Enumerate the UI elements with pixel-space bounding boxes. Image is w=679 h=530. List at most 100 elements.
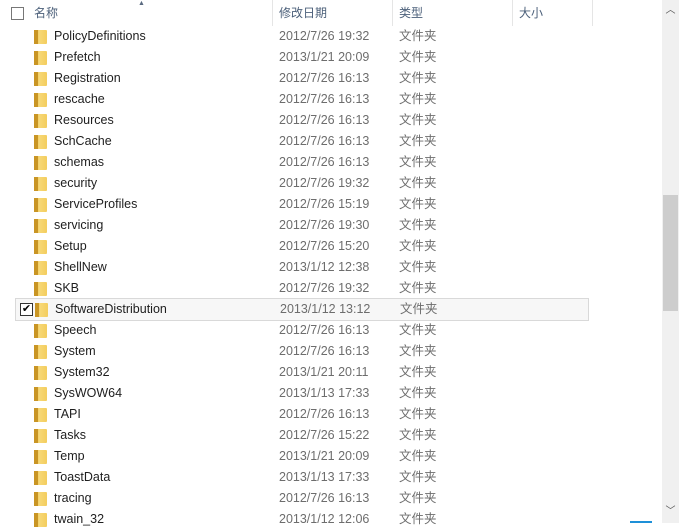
folder-icon (34, 324, 47, 338)
file-name: System (54, 344, 96, 358)
folder-icon (34, 30, 47, 44)
file-date: 2012/7/26 16:13 (279, 323, 370, 337)
file-row[interactable]: System 2012/7/26 16:13 文件夹 (15, 341, 589, 362)
file-date: 2013/1/21 20:09 (279, 50, 370, 64)
file-row[interactable]: TAPI 2012/7/26 16:13 文件夹 (15, 404, 589, 425)
scrollbar-thumb[interactable] (663, 195, 678, 311)
file-row[interactable]: ServiceProfiles 2012/7/26 15:19 文件夹 (15, 194, 589, 215)
file-row[interactable]: Speech 2012/7/26 16:13 文件夹 (15, 320, 589, 341)
file-name: schemas (54, 155, 105, 169)
file-type: 文件夹 (399, 470, 437, 484)
file-row[interactable]: Registration 2012/7/26 16:13 文件夹 (15, 68, 589, 89)
file-name: PolicyDefinitions (54, 29, 146, 43)
file-name: tracing (54, 491, 92, 505)
file-type: 文件夹 (399, 512, 437, 526)
file-row[interactable]: Setup 2012/7/26 15:20 文件夹 (15, 236, 589, 257)
folder-icon (34, 240, 47, 254)
file-type: 文件夹 (399, 239, 437, 253)
file-date: 2012/7/26 16:13 (279, 92, 370, 106)
folder-icon (34, 366, 47, 380)
file-row[interactable]: ✔ SoftwareDistribution 2013/1/12 13:12 文件夹 (15, 298, 589, 321)
file-row[interactable]: Temp 2013/1/21 20:09 文件夹 (15, 446, 589, 467)
file-date: 2013/1/21 20:09 (279, 449, 370, 463)
file-date: 2013/1/12 12:38 (279, 260, 370, 274)
file-date: 2012/7/26 16:13 (279, 491, 370, 505)
file-name: servicing (54, 218, 104, 232)
file-type: 文件夹 (399, 323, 437, 337)
file-type: 文件夹 (400, 302, 438, 316)
file-row[interactable]: ToastData 2013/1/13 17:33 文件夹 (15, 467, 589, 488)
folder-icon (34, 429, 47, 443)
file-row[interactable]: tracing 2012/7/26 16:13 文件夹 (15, 488, 589, 509)
file-name: SKB (54, 281, 80, 295)
folder-icon (34, 513, 47, 527)
file-row[interactable]: schemas 2012/7/26 16:13 文件夹 (15, 152, 589, 173)
file-date: 2013/1/12 12:06 (279, 512, 370, 526)
file-date: 2012/7/26 19:32 (279, 29, 370, 43)
file-date: 2012/7/26 15:19 (279, 197, 370, 211)
chevron-up-icon[interactable]: ︿ (662, 2, 679, 19)
file-name: ToastData (54, 470, 111, 484)
file-name: security (54, 176, 98, 190)
file-name: SysWOW64 (54, 386, 123, 400)
folder-icon (34, 177, 47, 191)
folder-icon (34, 492, 47, 506)
file-row[interactable]: System32 2013/1/21 20:11 文件夹 (15, 362, 589, 383)
file-type: 文件夹 (399, 260, 437, 274)
file-type: 文件夹 (399, 197, 437, 211)
file-type: 文件夹 (399, 428, 437, 442)
file-type: 文件夹 (399, 386, 437, 400)
file-name: Tasks (54, 428, 86, 442)
file-type: 文件夹 (399, 491, 437, 505)
file-date: 2012/7/26 16:13 (279, 71, 370, 85)
header-date[interactable]: 修改日期 (273, 0, 393, 26)
column-header: ▲ 名称 修改日期 类型 大小 (0, 0, 662, 26)
header-type[interactable]: 类型 (393, 0, 513, 26)
folder-icon (34, 261, 47, 275)
file-row[interactable]: rescache 2012/7/26 16:13 文件夹 (15, 89, 589, 110)
file-type: 文件夹 (399, 449, 437, 463)
file-type: 文件夹 (399, 365, 437, 379)
folder-icon (34, 408, 47, 422)
file-name: twain_32 (54, 512, 105, 526)
file-row[interactable]: servicing 2012/7/26 19:30 文件夹 (15, 215, 589, 236)
file-date: 2012/7/26 19:32 (279, 176, 370, 190)
file-name: Resources (54, 113, 114, 127)
file-row[interactable]: twain_32 2013/1/12 12:06 文件夹 (15, 509, 589, 530)
file-type: 文件夹 (399, 29, 437, 43)
file-type: 文件夹 (399, 218, 437, 232)
file-name: rescache (54, 92, 105, 106)
file-row[interactable]: SchCache 2012/7/26 16:13 文件夹 (15, 131, 589, 152)
file-type: 文件夹 (399, 281, 437, 295)
file-date: 2012/7/26 19:32 (279, 281, 370, 295)
row-checkbox[interactable]: ✔ (20, 303, 33, 316)
chevron-down-icon[interactable]: ﹀ (662, 503, 679, 520)
file-row[interactable]: SKB 2012/7/26 19:32 文件夹 (15, 278, 589, 299)
file-row[interactable]: SysWOW64 2013/1/13 17:33 文件夹 (15, 383, 589, 404)
file-row[interactable]: ShellNew 2013/1/12 12:38 文件夹 (15, 257, 589, 278)
folder-icon (34, 51, 47, 65)
file-type: 文件夹 (399, 92, 437, 106)
file-name: Setup (54, 239, 87, 253)
file-row[interactable]: Tasks 2012/7/26 15:22 文件夹 (15, 425, 589, 446)
file-row[interactable]: security 2012/7/26 19:32 文件夹 (15, 173, 589, 194)
file-date: 2012/7/26 16:13 (279, 407, 370, 421)
file-type: 文件夹 (399, 71, 437, 85)
file-row[interactable]: Prefetch 2013/1/21 20:09 文件夹 (15, 47, 589, 68)
file-date: 2012/7/26 16:13 (279, 113, 370, 127)
folder-icon (34, 198, 47, 212)
vertical-scrollbar[interactable]: ︿ ﹀ (662, 0, 679, 523)
file-date: 2013/1/13 17:33 (279, 386, 370, 400)
folder-icon (34, 345, 47, 359)
file-row[interactable]: PolicyDefinitions 2012/7/26 19:32 文件夹 (15, 26, 589, 47)
file-name: ShellNew (54, 260, 107, 274)
file-row[interactable]: Resources 2012/7/26 16:13 文件夹 (15, 110, 589, 131)
header-size[interactable]: 大小 (513, 0, 593, 26)
folder-icon (34, 93, 47, 107)
folder-icon (34, 219, 47, 233)
header-name[interactable]: 名称 (0, 0, 273, 26)
file-name: Temp (54, 449, 85, 463)
file-name: ServiceProfiles (54, 197, 138, 211)
file-type: 文件夹 (399, 344, 437, 358)
file-date: 2012/7/26 19:30 (279, 218, 370, 232)
